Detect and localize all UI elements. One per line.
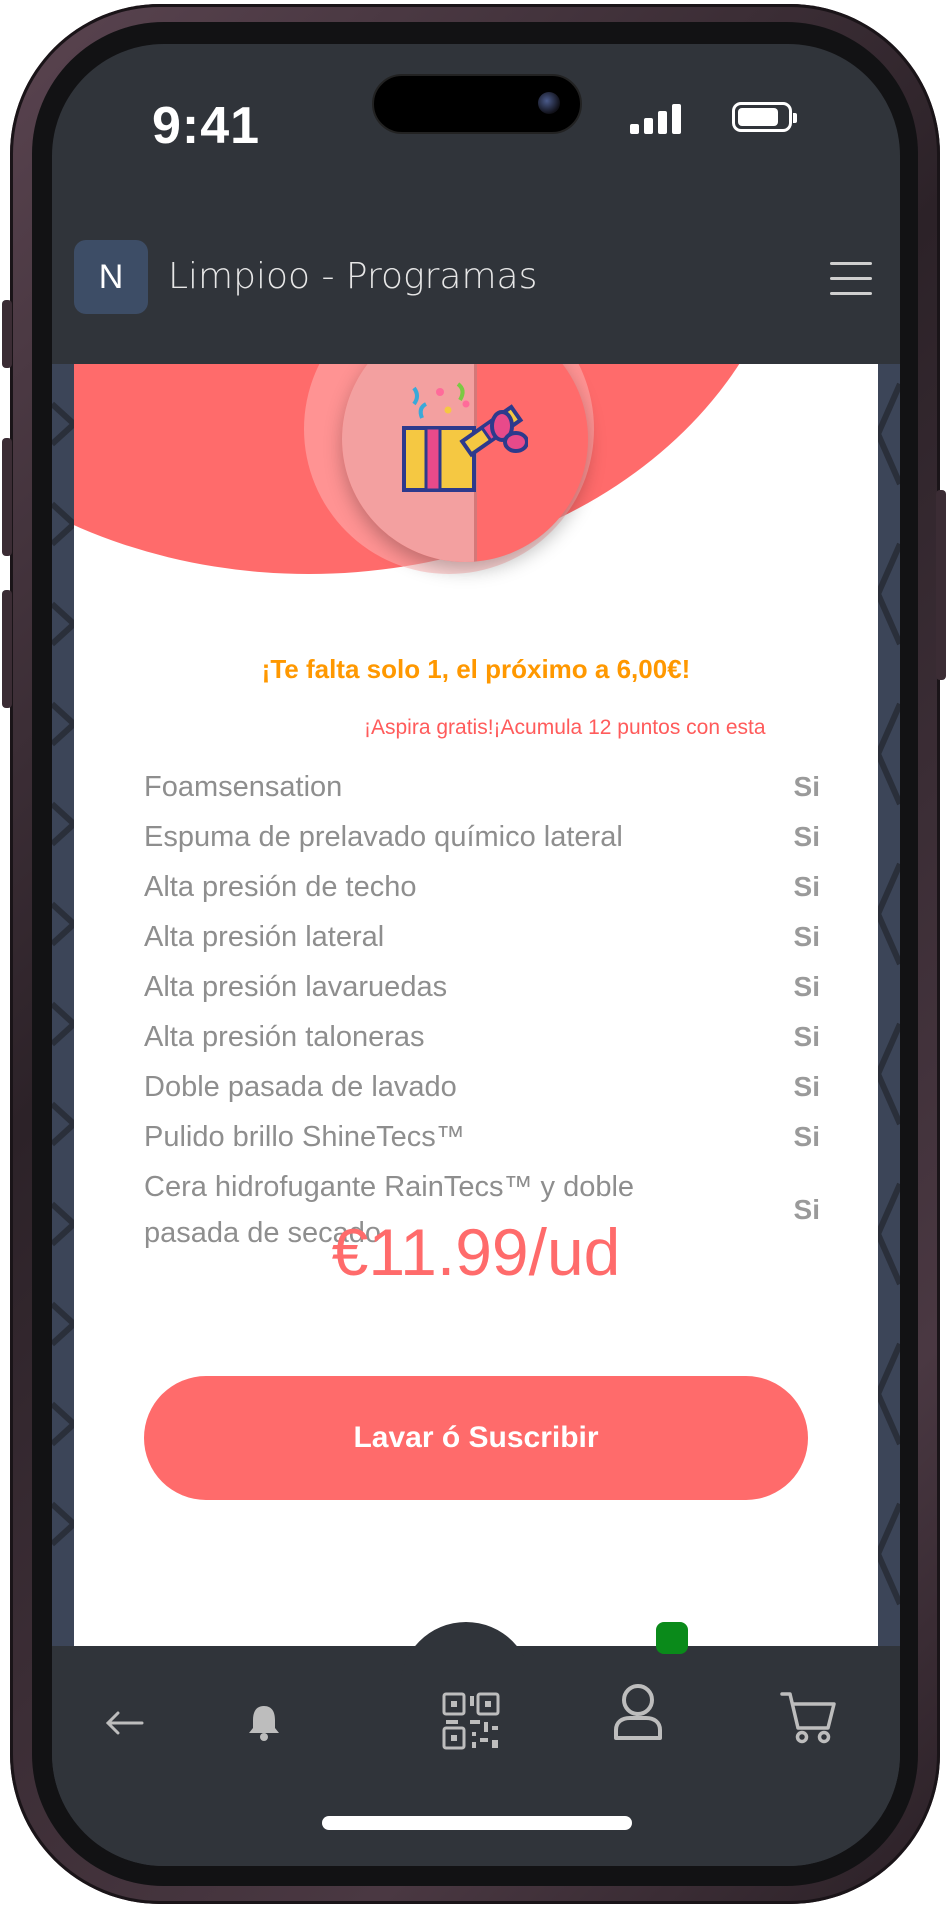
feature-name: Alta presión lateral xyxy=(144,921,385,953)
power-button xyxy=(936,490,946,680)
feature-row: Alta presión taloneras Si xyxy=(144,1014,820,1060)
feature-name: Alta presión lavaruedas xyxy=(144,971,448,1003)
hamburger-menu-icon[interactable] xyxy=(830,262,872,296)
feature-row: Alta presión lavaruedas Si xyxy=(144,964,820,1010)
feature-name: Alta presión taloneras xyxy=(144,1021,425,1053)
feature-list: Foamsensation Si Espuma de prelavado quí… xyxy=(144,764,820,1260)
feature-row: Doble pasada de lavado Si xyxy=(144,1064,820,1110)
dynamic-island xyxy=(372,74,582,134)
feature-name: Pulido brillo ShineTecs™ xyxy=(144,1121,465,1153)
camera-icon xyxy=(538,92,560,114)
program-card: ¡Te falta solo 1, el próximo a 6,00€! ¡A… xyxy=(74,364,878,1646)
volume-up-button xyxy=(2,438,12,556)
wash-subscribe-button[interactable]: Lavar ó Suscribir xyxy=(144,1376,808,1500)
notification-dot xyxy=(656,1622,688,1654)
status-time: 9:41 xyxy=(152,97,261,155)
promo-marquee: ¡Aspira gratis!¡Acumula 12 puntos con es… xyxy=(364,716,766,739)
gift-icon xyxy=(402,382,528,492)
feature-name: Foamsensation xyxy=(144,771,343,803)
feature-value: Si xyxy=(793,1021,820,1052)
feature-row: Alta presión lateral Si xyxy=(144,914,820,960)
feature-row: Pulido brillo ShineTecs™ Si xyxy=(144,1114,820,1160)
signal-icon xyxy=(630,102,686,134)
feature-value: Si xyxy=(793,771,820,802)
screen: 9:41 N Limpioo - Programas ¡Te falta sol… xyxy=(52,44,900,1866)
app-header: N Limpioo - Programas xyxy=(52,204,900,324)
promo-title: ¡Te falta solo 1, el próximo a 6,00€! xyxy=(261,654,691,684)
feature-row: Espuma de prelavado químico lateral Si xyxy=(144,814,820,860)
app-logo[interactable]: N xyxy=(74,240,148,314)
feature-value: Si xyxy=(793,821,820,852)
feature-value: Si xyxy=(793,871,820,902)
bottom-nav xyxy=(52,1622,900,1866)
cart-icon[interactable] xyxy=(780,1690,836,1744)
price: €11.99/ud xyxy=(331,1215,621,1289)
feature-value: Si xyxy=(793,921,820,952)
feature-row: Alta presión de techo Si xyxy=(144,864,820,910)
page-title: Limpioo - Programas xyxy=(168,256,538,297)
qr-code-icon[interactable] xyxy=(442,1692,500,1750)
bell-icon[interactable] xyxy=(246,1702,282,1742)
feature-row: Foamsensation Si xyxy=(144,764,820,810)
volume-down-button xyxy=(2,590,12,708)
back-arrow-icon[interactable] xyxy=(104,1708,144,1738)
feature-name: Alta presión de techo xyxy=(144,871,417,903)
feature-value: Si xyxy=(793,1071,820,1102)
battery-icon xyxy=(732,102,797,132)
user-icon[interactable] xyxy=(612,1682,664,1740)
home-indicator[interactable] xyxy=(322,1816,632,1830)
feature-value: Si xyxy=(793,1121,820,1152)
action-button xyxy=(2,300,12,368)
feature-value: Si xyxy=(793,971,820,1002)
feature-name: Espuma de prelavado químico lateral xyxy=(144,821,623,853)
feature-name: Doble pasada de lavado xyxy=(144,1071,457,1103)
